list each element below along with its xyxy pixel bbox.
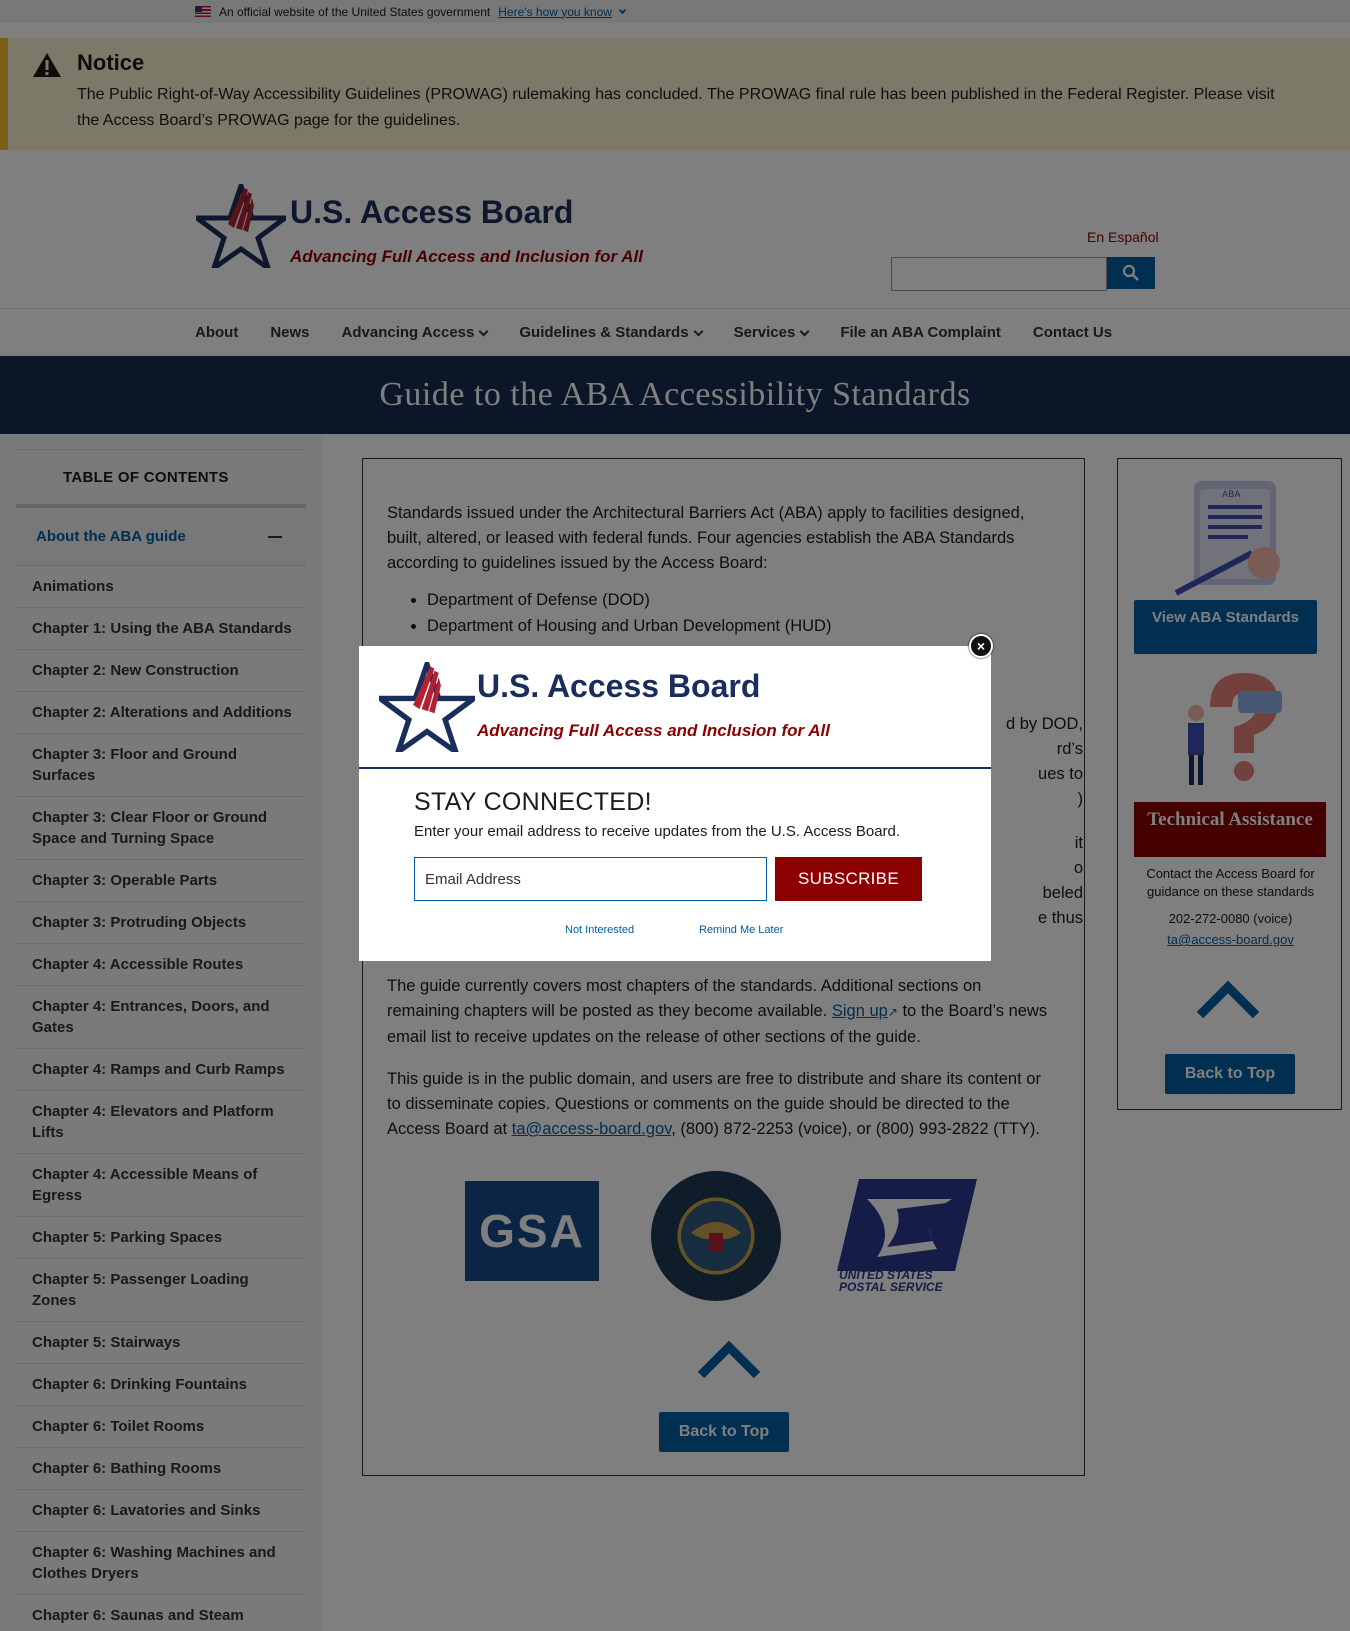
modal-tagline: Advancing Full Access and Inclusion for … [477,721,830,740]
email-field[interactable] [414,857,767,901]
stay-connected-heading: STAY CONNECTED! [414,788,652,816]
subscribe-button[interactable]: SUBSCRIBE [775,857,922,901]
modal-description: Enter your email address to receive upda… [414,823,901,840]
not-interested-link[interactable]: Not Interested [565,924,634,936]
access-board-logo [379,662,475,752]
close-icon[interactable]: × [969,634,993,658]
remind-later-link[interactable]: Remind Me Later [699,924,783,936]
modal-title: U.S. Access Board [477,668,761,704]
modal-header: U.S. Access Board Advancing Full Access … [359,634,993,769]
newsletter-modal: U.S. Access Board Advancing Full Access … [359,634,993,961]
